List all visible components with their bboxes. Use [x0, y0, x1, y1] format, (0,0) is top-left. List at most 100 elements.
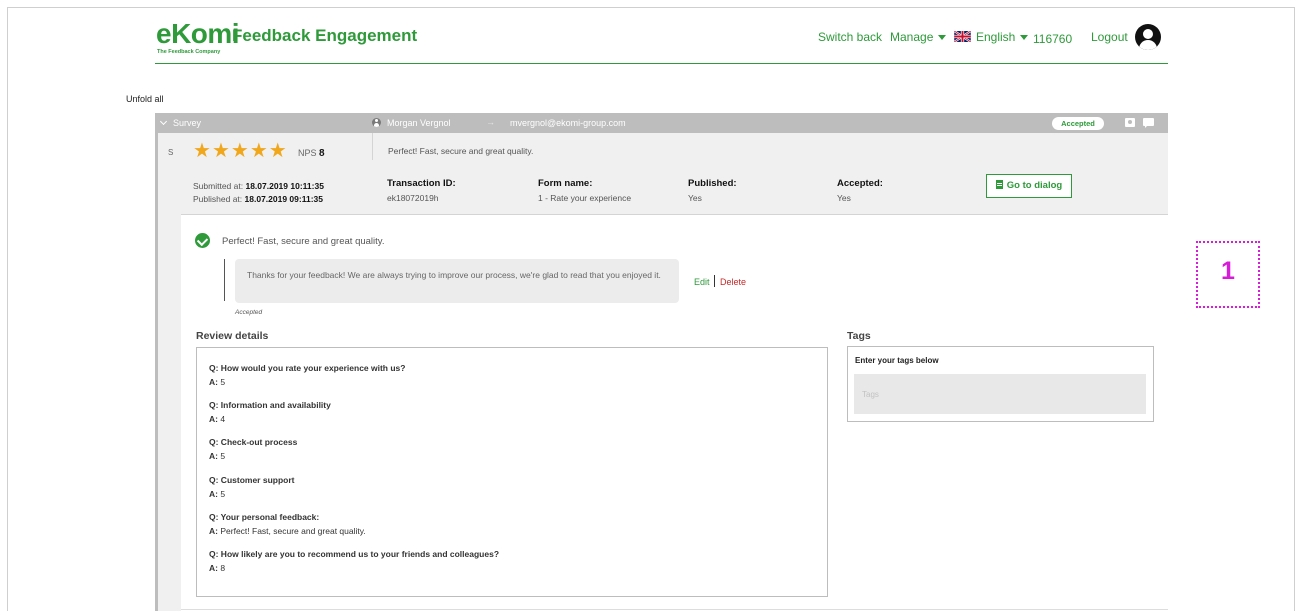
answer-prefix: A:: [209, 489, 218, 499]
star-rating: ★★★★★: [193, 141, 288, 161]
edit-reply-link[interactable]: Edit: [694, 277, 710, 287]
published-label: Published at:: [193, 194, 243, 204]
meta-transaction-id: Transaction ID: ek18072019h: [387, 177, 456, 205]
tags-instruction: Enter your tags below: [855, 356, 939, 365]
question: Q: Information and availability: [209, 400, 331, 410]
go-to-dialog-button[interactable]: Go to dialog: [986, 174, 1072, 198]
chevron-down-icon: [159, 117, 168, 126]
question: Q: Your personal feedback:: [209, 512, 320, 522]
brand: eKomi The Feedback Company Feedback Enga…: [156, 18, 417, 56]
star-icon: ★: [268, 140, 287, 162]
qa-item: Q: Customer support A: 5: [209, 473, 294, 501]
meta-value: 1 - Rate your experience: [538, 193, 632, 203]
meta-value: Yes: [837, 193, 851, 203]
star-icon: ★: [211, 140, 230, 162]
review-dates: Submitted at: 18.07.2019 10:11:35 Publis…: [193, 180, 324, 206]
meta-key: Accepted:: [837, 178, 883, 189]
answer-prefix: A:: [209, 414, 218, 424]
customer-email: mvergnol@ekomi-group.com: [510, 118, 626, 128]
account-id: 116760: [1033, 32, 1073, 46]
question: Q: How would you rate your experience wi…: [209, 363, 406, 373]
meta-value: ek18072019h: [387, 193, 439, 203]
header-column-divider: [372, 133, 373, 160]
submitted-at: 18.07.2019 10:11:35: [245, 181, 324, 191]
qa-item: Q: Information and availability A: 4: [209, 398, 331, 426]
logout-link[interactable]: Logout: [1091, 30, 1128, 44]
manage-label: Manage: [890, 30, 934, 44]
question: Q: Customer support: [209, 475, 295, 485]
meta-key: Transaction ID:: [387, 178, 456, 189]
answer-value: Perfect! Fast, secure and great quality.: [220, 526, 366, 536]
answer-value: 4: [220, 414, 226, 424]
profile-icon[interactable]: [1125, 118, 1135, 127]
answer-prefix: A:: [209, 377, 218, 387]
nps-label: NPS: [298, 148, 317, 158]
chat-icon[interactable]: [1143, 118, 1154, 128]
qa-item: Q: Your personal feedback: A: Perfect! Fa…: [209, 510, 366, 538]
tags-box: Enter your tags below: [847, 346, 1154, 422]
answer-prefix: A:: [209, 451, 218, 461]
answer: A: 5: [209, 375, 405, 389]
annotation-marker: 1: [1196, 241, 1260, 308]
answer: A: 5: [209, 449, 297, 463]
go-to-dialog-label: Go to dialog: [1006, 180, 1063, 191]
review-comment-preview: Perfect! Fast, secure and great quality.: [388, 146, 534, 156]
status-badge: Accepted: [1052, 117, 1104, 130]
answer-value: 5: [220, 451, 226, 461]
answer-value: 8: [220, 563, 226, 573]
answer-value: 5: [220, 489, 226, 499]
nps-value: 8: [319, 148, 325, 159]
logo-tagline: The Feedback Company: [157, 49, 221, 55]
bottom-divider: [181, 609, 1168, 610]
answer-prefix: A:: [209, 563, 218, 573]
reply-status: Accepted: [235, 309, 263, 316]
star-icon: ★: [249, 140, 268, 162]
qa-item: Q: How would you rate your experience wi…: [209, 361, 405, 389]
ekomi-logo: eKomi: [156, 18, 240, 49]
annotation-label: 1: [1221, 257, 1235, 285]
survey-toggle[interactable]: Survey: [159, 117, 202, 128]
question: Q: How likely are you to recommend us to…: [209, 549, 500, 559]
meta-value: Yes: [688, 193, 702, 203]
meta-key: Published:: [688, 178, 737, 189]
answer: A: 5: [209, 487, 294, 501]
star-icon: ★: [193, 140, 211, 162]
tags-input[interactable]: [854, 374, 1146, 414]
review-details-title: Review details: [196, 330, 269, 342]
tags-title: Tags: [847, 330, 871, 342]
language-menu[interactable]: English: [954, 30, 1029, 44]
reply-thread-line: [224, 259, 225, 301]
unfold-all-link[interactable]: Unfold all: [126, 94, 164, 104]
uk-flag-icon: [954, 31, 971, 42]
check-icon: [195, 233, 210, 248]
review-comment: Perfect! Fast, secure and great quality.: [222, 236, 385, 247]
qa-item: Q: How likely are you to recommend us to…: [209, 547, 499, 575]
avatar-icon[interactable]: [1135, 24, 1161, 50]
nps-score: NPS 8: [298, 148, 325, 159]
reply-bubble: Thanks for your feedback! We are always …: [235, 259, 679, 303]
chevron-down-icon: [938, 35, 947, 41]
document-icon: [995, 180, 1003, 189]
product-title: Feedback Engagement: [232, 26, 418, 45]
language-label: English: [976, 30, 1016, 44]
meta-accepted: Accepted: Yes: [837, 177, 883, 205]
customer-name-text: Morgan Vergnol: [387, 118, 451, 128]
customer-name: Morgan Vergnol: [372, 118, 451, 128]
meta-published: Published: Yes: [688, 177, 737, 205]
star-icon: ★: [230, 140, 249, 162]
published-at: 18.07.2019 09:11:35: [244, 194, 323, 204]
answer: A: 8: [209, 561, 499, 575]
answer: A: 4: [209, 412, 331, 426]
answer-prefix: A:: [209, 526, 218, 536]
question: Q: Check-out process: [209, 437, 298, 447]
switch-back-link[interactable]: Switch back: [818, 30, 882, 44]
manage-menu[interactable]: Manage: [890, 30, 947, 44]
link-separator: [714, 275, 715, 287]
delete-reply-link[interactable]: Delete: [720, 277, 746, 287]
meta-form-name: Form name: 1 - Rate your experience: [538, 177, 631, 205]
answer: A: Perfect! Fast, secure and great quali…: [209, 524, 366, 538]
arrow-icon: →: [486, 117, 495, 127]
submitted-label: Submitted at:: [193, 181, 244, 191]
survey-bar: Survey Morgan Vergnol → mvergnol@ekomi-g…: [155, 113, 1168, 133]
survey-label: Survey: [173, 118, 202, 128]
